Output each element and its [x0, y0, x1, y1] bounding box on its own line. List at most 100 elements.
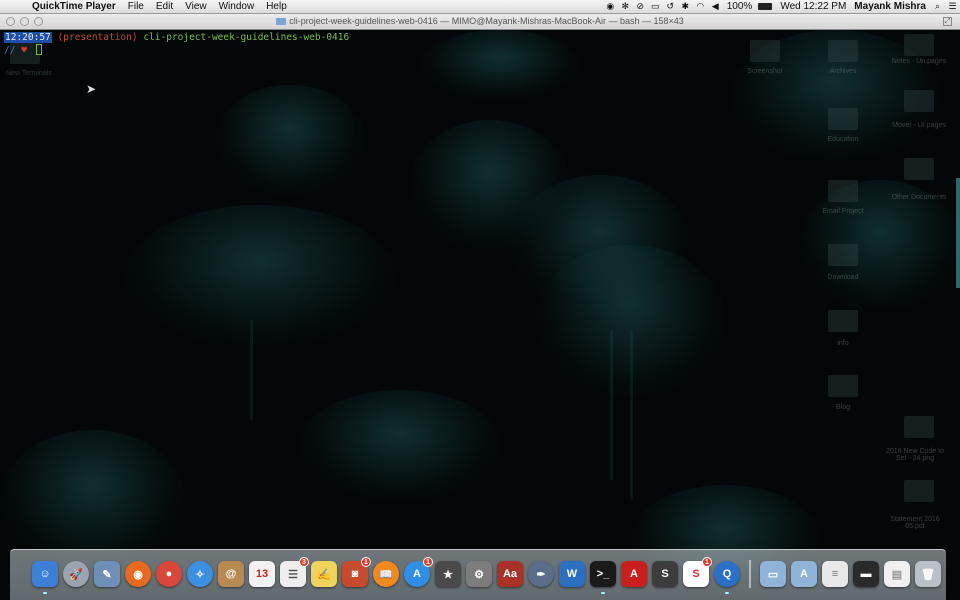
- airplay-icon[interactable]: ▭: [648, 1, 663, 12]
- desktop-folder-icon[interactable]: [828, 375, 858, 397]
- desktop-folder-icon[interactable]: [828, 40, 858, 62]
- fullscreen-icon[interactable]: ⤢: [943, 17, 952, 26]
- prompt-prefix: //: [4, 45, 16, 56]
- calendar-icon[interactable]: 13: [249, 561, 275, 587]
- text-cursor: [35, 44, 42, 55]
- file-icon[interactable]: ▤: [884, 561, 910, 587]
- terminal-content[interactable]: 12:20:57 (presentation) cli-project-week…: [0, 30, 960, 600]
- prompt-heart-icon: ♥: [21, 45, 27, 56]
- reminders-icon[interactable]: ☰ 3: [280, 557, 309, 587]
- desktop-document-icon[interactable]: [904, 90, 934, 112]
- wifi-icon[interactable]: ◠: [693, 1, 708, 12]
- terminal-output[interactable]: 12:20:57 (presentation) cli-project-week…: [4, 32, 349, 57]
- launchpad-icon[interactable]: 🚀: [63, 561, 89, 587]
- screenshot-icon[interactable]: ▬: [853, 561, 879, 587]
- dock: ☺ 🚀 ✎ ◉ ● ✧ @13 ☰ 3 ✍ ◙ 1 📖 A 1 ★ ⚙ Aa ✒ W >_ A S S 1 Q ▭ A ≡ ▬ ▤ 🗑: [10, 549, 946, 600]
- menu-view[interactable]: View: [179, 1, 213, 12]
- desktop-label: Archives: [829, 68, 857, 75]
- acrobat-icon[interactable]: A: [621, 561, 647, 587]
- desktop-label: Email Project: [822, 208, 864, 215]
- trash-icon[interactable]: 🗑: [915, 561, 941, 587]
- wallpaper-tentacle: [250, 320, 253, 420]
- contacts-icon[interactable]: @: [218, 561, 244, 587]
- notification-badge: 1: [702, 557, 712, 567]
- time-machine-icon[interactable]: ↺: [663, 1, 678, 12]
- dropbox-icon[interactable]: ✻: [618, 1, 633, 12]
- preview-icon[interactable]: ✎: [94, 561, 120, 587]
- user-name[interactable]: Mayank Mishra: [850, 1, 930, 12]
- desktop-folder-icon[interactable]: [828, 310, 858, 332]
- desktop-folder-icon[interactable]: [904, 158, 934, 180]
- battery-icon[interactable]: [758, 3, 773, 10]
- bluetooth-icon[interactable]: ✱: [678, 1, 693, 12]
- prompt-directory: cli-project-week-guidelines-web-0416: [143, 32, 350, 43]
- desktop-label: Education: [827, 136, 859, 143]
- menu-bar: QuickTime Player File Edit View Window H…: [0, 0, 960, 14]
- prompt-line-2: // ♥: [4, 44, 349, 57]
- imovie-icon[interactable]: ★: [435, 561, 461, 587]
- desktop-label: Statement 2016 05.pdf: [890, 516, 940, 530]
- desktop-image-icon[interactable]: [904, 416, 934, 438]
- wallpaper-jellyfish: [215, 85, 365, 195]
- desktop-document-icon[interactable]: [904, 34, 934, 56]
- desktop-label: Mover - UI.pages: [892, 122, 946, 129]
- record-icon[interactable]: ◉: [603, 1, 618, 12]
- notification-center-icon[interactable]: ☰: [945, 1, 960, 12]
- notification-badge: 1: [361, 557, 371, 567]
- terminal-title-bar[interactable]: cli-project-week-guidelines-web-0416 — M…: [0, 14, 960, 30]
- desktop-pdf-icon[interactable]: [904, 480, 934, 502]
- desktop-label: Screenshot: [747, 68, 783, 75]
- dock-separator: [749, 560, 751, 588]
- no-sign-icon[interactable]: ⊘: [633, 1, 648, 12]
- dock-items: ☺ 🚀 ✎ ◉ ● ✧ @13 ☰ 3 ✍ ◙ 1 📖 A 1 ★ ⚙ Aa ✒ W >_ A S S 1 Q ▭ A ≡ ▬ ▤ 🗑: [32, 557, 941, 594]
- clock[interactable]: Wed 12:22 PM: [776, 1, 850, 12]
- chrome-icon[interactable]: ●: [156, 561, 182, 587]
- menu-edit[interactable]: Edit: [150, 1, 179, 12]
- system-preferences-icon[interactable]: ⚙: [466, 561, 492, 587]
- app-store-folder-icon[interactable]: A: [791, 561, 817, 587]
- running-indicator: [601, 592, 605, 594]
- volume-icon[interactable]: ◀: [708, 1, 723, 12]
- document-icon[interactable]: ≡: [822, 561, 848, 587]
- wallpaper-jellyfish: [420, 30, 580, 100]
- safari-icon[interactable]: ✧: [187, 561, 213, 587]
- desktop-label: 2016 New Code to Set - 24.png: [886, 448, 944, 462]
- applications-folder-icon[interactable]: ▭: [760, 561, 786, 587]
- running-indicator: [43, 592, 47, 594]
- terminal-icon[interactable]: >_: [590, 561, 616, 594]
- prompt-time: 12:20:57: [4, 32, 52, 43]
- desktop-label: Download: [827, 274, 859, 281]
- wallpaper-tentacle: [630, 330, 633, 500]
- window-title-container: cli-project-week-guidelines-web-0416 — M…: [0, 16, 960, 26]
- finder-icon[interactable]: ☺: [32, 561, 58, 594]
- script-editor-icon[interactable]: ✒: [528, 561, 554, 587]
- firefox-icon[interactable]: ◉: [125, 561, 151, 587]
- notes-icon[interactable]: ✍: [311, 561, 337, 587]
- menu-file[interactable]: File: [122, 1, 150, 12]
- prompt-branch: (presentation): [57, 32, 138, 43]
- word-icon[interactable]: W: [559, 561, 585, 587]
- wallpaper-jellyfish: [300, 390, 500, 500]
- desktop-folder-icon[interactable]: [828, 244, 858, 266]
- menu-app-name[interactable]: QuickTime Player: [30, 1, 122, 12]
- window-edge-highlight: [956, 178, 960, 288]
- desktop-label: info: [837, 340, 849, 347]
- menu-window[interactable]: Window: [213, 1, 261, 12]
- window-title: cli-project-week-guidelines-web-0416 — M…: [289, 16, 684, 26]
- desktop-folder-icon[interactable]: [750, 40, 780, 62]
- sublime-text-icon[interactable]: S: [652, 561, 678, 587]
- dictionary-icon[interactable]: Aa: [497, 561, 523, 587]
- slack-icon[interactable]: S1: [683, 557, 712, 587]
- spotlight-icon[interactable]: ⌕: [930, 1, 945, 12]
- app-store-icon[interactable]: A1: [404, 557, 433, 587]
- running-indicator: [725, 592, 729, 594]
- menu-help[interactable]: Help: [260, 1, 293, 12]
- notification-badge: 1: [423, 557, 433, 567]
- photo-booth-icon[interactable]: ◙ 1: [342, 557, 371, 587]
- desktop-label: Other Documents: [891, 194, 947, 201]
- quicktime-icon[interactable]: Q: [714, 561, 740, 594]
- desktop-label-new-terminals: New Terminals: [6, 70, 52, 77]
- ibooks-icon[interactable]: 📖: [373, 561, 399, 587]
- desktop-folder-icon[interactable]: [828, 180, 858, 202]
- desktop-folder-icon[interactable]: [828, 108, 858, 130]
